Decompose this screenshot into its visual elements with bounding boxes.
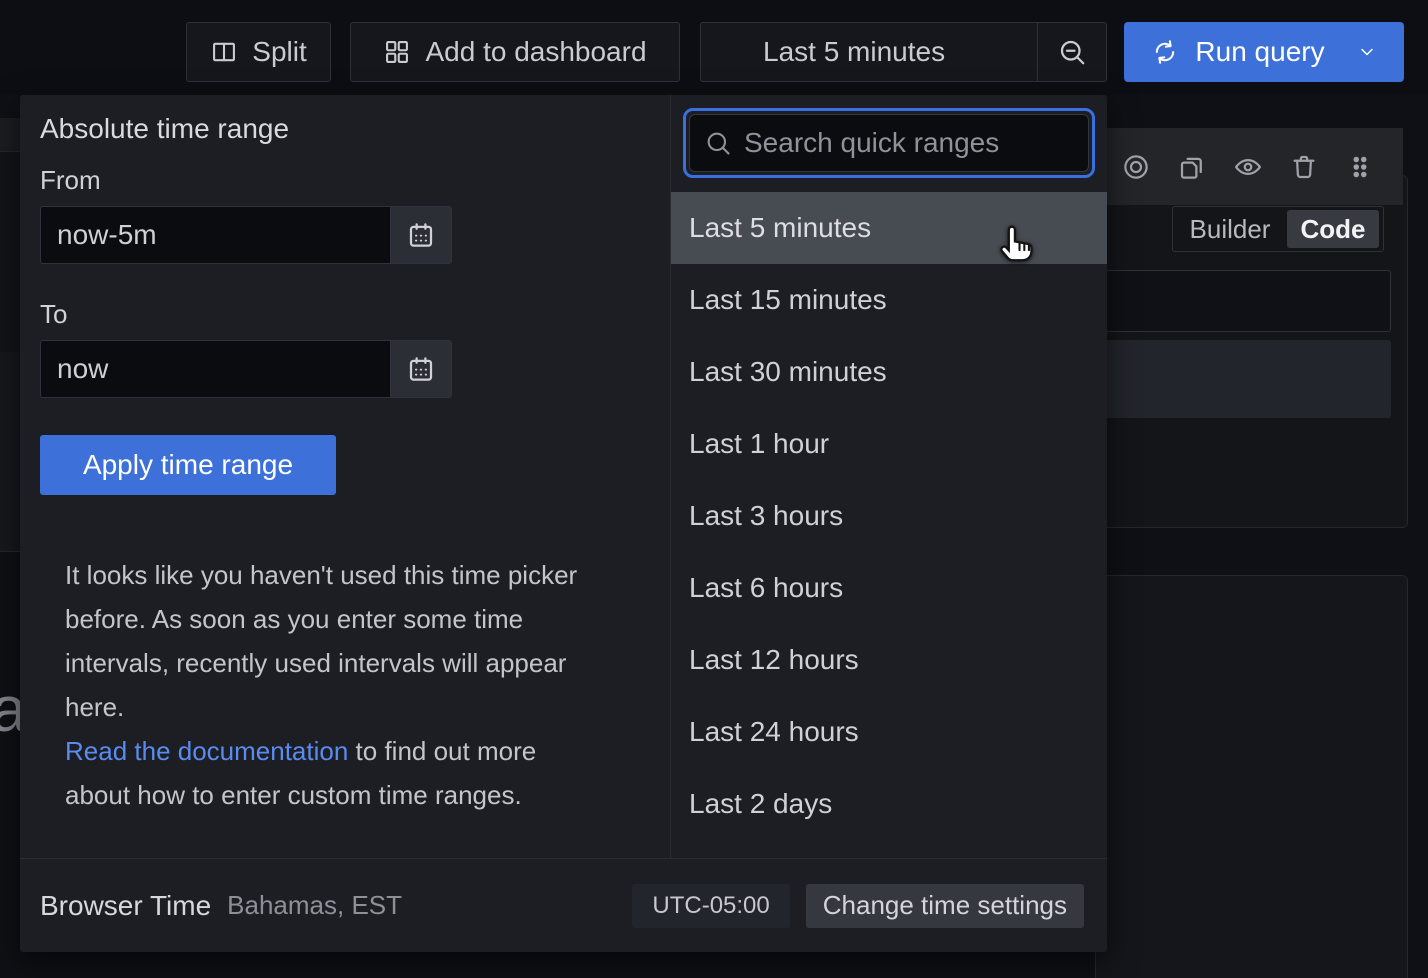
partial-background-text: a [0, 672, 20, 746]
quick-range-option[interactable]: Last 2 days [671, 768, 1107, 840]
record-icon[interactable] [1121, 152, 1151, 182]
change-time-settings-button[interactable]: Change time settings [806, 884, 1084, 928]
to-calendar-button[interactable] [390, 340, 452, 398]
time-range-controls: Last 5 minutes [700, 22, 1107, 82]
background-band [0, 118, 20, 152]
chevron-up-icon [973, 42, 993, 62]
search-quick-ranges-input[interactable] [744, 127, 1074, 159]
time-picker-dropdown: Absolute time range From To [20, 95, 1107, 952]
split-button-label: Split [252, 36, 306, 68]
hand-cursor [995, 220, 1041, 266]
query-row-partial [1095, 340, 1391, 418]
apps-grid-icon [383, 38, 411, 66]
run-query-label: Run query [1195, 36, 1324, 68]
add-to-dashboard-label: Add to dashboard [425, 36, 646, 68]
clock-icon [721, 38, 749, 66]
builder-mode-tab[interactable]: Builder [1173, 214, 1287, 245]
timezone-value: Bahamas, EST [227, 890, 402, 921]
from-calendar-button[interactable] [390, 206, 452, 264]
time-picker-footer: Browser Time Bahamas, EST UTC-05:00 Chan… [20, 858, 1107, 952]
copy-icon[interactable] [1177, 152, 1207, 182]
from-input[interactable] [40, 206, 390, 264]
help-text: It looks like you haven't used this time… [65, 560, 577, 722]
from-label: From [40, 165, 101, 196]
quick-ranges-list: Last 5 minutes Last 15 minutes Last 30 m… [671, 192, 1107, 840]
query-input-partial [1095, 270, 1391, 332]
time-range-picker-button[interactable]: Last 5 minutes [701, 23, 1037, 81]
from-field [40, 206, 452, 264]
quick-range-option[interactable]: Last 5 minutes [671, 192, 1107, 264]
quick-ranges-section: Last 5 minutes Last 15 minutes Last 30 m… [670, 95, 1107, 858]
trash-icon[interactable] [1289, 152, 1319, 182]
drag-handle-icon[interactable] [1345, 152, 1375, 182]
explore-screen: Split Add to dashboard Last 5 minutes [0, 0, 1428, 978]
calendar-icon [406, 354, 436, 384]
time-range-label: Last 5 minutes [763, 36, 945, 68]
background-band [0, 152, 20, 352]
quick-range-option[interactable]: Last 15 minutes [671, 264, 1107, 336]
read-documentation-link[interactable]: Read the documentation [65, 736, 348, 766]
split-button[interactable]: Split [186, 22, 331, 82]
code-mode-tab[interactable]: Code [1287, 210, 1379, 248]
quick-range-option[interactable]: Last 1 hour [671, 408, 1107, 480]
to-field [40, 340, 452, 398]
time-picker-help-text: It looks like you haven't used this time… [65, 553, 605, 817]
split-pane-icon [210, 38, 238, 66]
quick-range-option[interactable]: Last 6 hours [671, 552, 1107, 624]
lower-editor-panel [1095, 575, 1408, 978]
to-input[interactable] [40, 340, 390, 398]
chevron-down-icon [1357, 42, 1377, 62]
eye-icon[interactable] [1233, 152, 1263, 182]
zoom-out-icon [1057, 37, 1087, 67]
utc-offset-badge: UTC-05:00 [632, 884, 789, 928]
zoom-out-time-button[interactable] [1038, 23, 1106, 81]
editor-mode-toggle: Builder Code [1172, 206, 1384, 252]
quick-range-option[interactable]: Last 30 minutes [671, 336, 1107, 408]
run-query-button[interactable]: Run query [1124, 22, 1404, 82]
apply-time-range-button[interactable]: Apply time range [40, 435, 336, 495]
quick-range-option[interactable]: Last 12 hours [671, 624, 1107, 696]
browser-time-label: Browser Time [40, 890, 211, 922]
query-row-header [1095, 128, 1403, 205]
to-label: To [40, 299, 67, 330]
search-quick-ranges-wrapper [683, 108, 1095, 178]
absolute-time-range-section: Absolute time range From To [20, 95, 670, 858]
calendar-icon [406, 220, 436, 250]
add-to-dashboard-button[interactable]: Add to dashboard [350, 22, 680, 82]
sync-icon [1151, 38, 1179, 66]
absolute-time-range-heading: Absolute time range [40, 113, 289, 145]
quick-range-option[interactable]: Last 24 hours [671, 696, 1107, 768]
background-band [0, 352, 20, 552]
quick-range-option[interactable]: Last 3 hours [671, 480, 1107, 552]
search-icon [704, 129, 732, 157]
